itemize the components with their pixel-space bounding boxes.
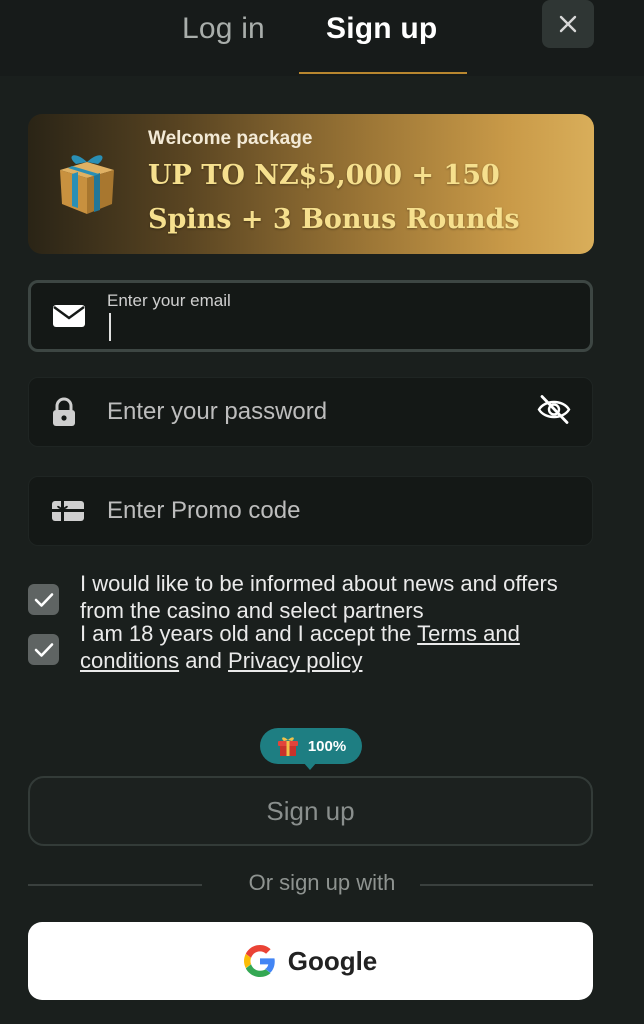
welcome-banner: Welcome package UP TO NZ$5,000 + 150 Spi… [28,114,594,254]
gift-card-icon [52,501,84,521]
bonus-badge: 100% [260,728,362,764]
email-field[interactable]: Enter your email [28,280,593,352]
close-icon [559,15,577,33]
google-icon [243,945,275,977]
newsletter-checkbox[interactable] [28,584,59,615]
promo-placeholder: Enter Promo code [107,497,301,524]
text-caret [109,313,111,341]
tab-login[interactable]: Log in [182,12,265,46]
password-placeholder: Enter your password [107,398,328,425]
privacy-link[interactable]: Privacy policy [228,648,362,673]
promo-code-field[interactable]: Enter Promo code [28,476,593,546]
checkmark-icon [34,642,53,657]
terms-checkbox[interactable] [28,634,59,665]
signup-submit-button[interactable]: Sign up [28,776,593,846]
toggle-password-button[interactable] [536,393,572,432]
auth-header: Log in Sign up [0,0,644,76]
gift-icon [60,155,114,214]
terms-consent-text: I am 18 years old and I accept the Terms… [80,620,600,674]
banner-headline: UP TO NZ$5,000 + 150 Spins + 3 Bonus Rou… [148,160,520,235]
gift-icon [277,737,298,756]
newsletter-consent-text: I would like to be informed about news a… [80,571,558,623]
password-field[interactable]: Enter your password [28,377,593,447]
envelope-icon [53,305,85,327]
terms-text-middle: and [179,648,229,673]
eye-off-icon [537,395,571,424]
active-tab-indicator [299,72,467,74]
terms-text-prefix: I am 18 years old and I accept the [80,621,418,646]
banner-kicker: Welcome package [148,128,313,149]
bonus-badge-text: 100% [307,737,347,755]
google-button-label: Google [287,945,378,976]
checkmark-icon [34,592,53,607]
divider-text: Or sign up with [248,870,396,895]
divider-line-right [420,884,593,886]
lock-icon [53,397,75,426]
email-label: Enter your email [107,291,231,310]
close-button[interactable] [542,0,594,48]
tab-signup[interactable]: Sign up [326,12,437,46]
google-signup-button[interactable]: Google [28,922,593,1000]
bonus-badge-pointer [303,762,317,770]
